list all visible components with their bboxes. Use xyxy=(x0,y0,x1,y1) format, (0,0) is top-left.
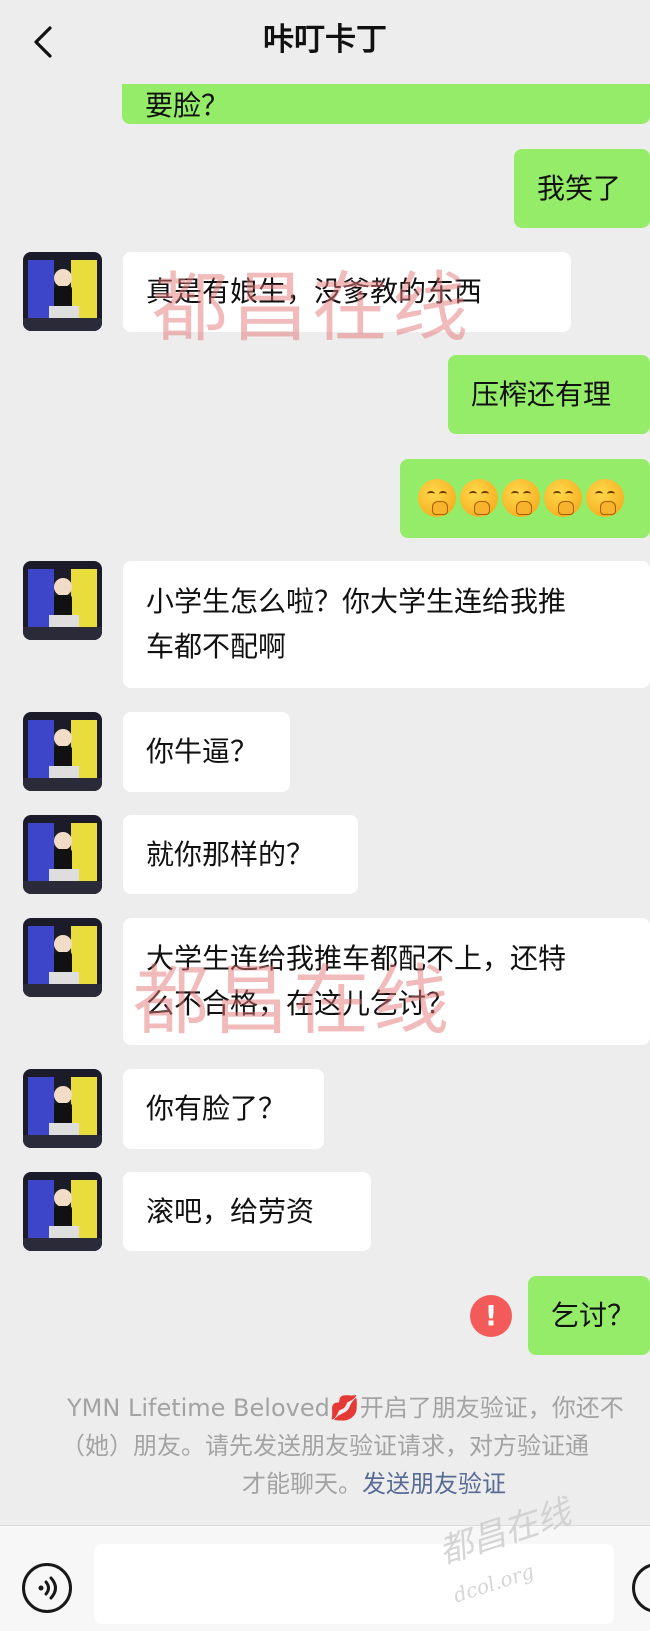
message-text-line: 么不合格，在这儿乞讨？ xyxy=(146,987,455,1020)
avatar[interactable] xyxy=(23,252,102,331)
message-text: 要脸？ xyxy=(145,89,230,122)
avatar[interactable] xyxy=(23,815,102,894)
message-text-line: 小学生怎么啦？你大学生连给我推 xyxy=(146,585,567,618)
message-bubble-sent[interactable]: 压榨还有理 xyxy=(448,355,650,434)
avatar[interactable] xyxy=(23,712,102,791)
message-text: 我笑了 xyxy=(537,172,622,205)
message-bubble-received[interactable]: 你有脸了？ xyxy=(123,1069,324,1149)
system-notice-line: YMN Lifetime Beloved💋开启了朋友验证，你还不 xyxy=(67,1394,624,1422)
voice-icon[interactable] xyxy=(22,1563,72,1613)
message-text: 滚吧，给劳资 xyxy=(146,1195,315,1228)
avatar[interactable] xyxy=(23,1069,102,1148)
smirk-face-icon xyxy=(460,479,498,517)
message-bubble-received[interactable]: 大学生连给我推车都配不上，还特 么不合格，在这儿乞讨？ xyxy=(123,918,650,1045)
message-bubble-received[interactable]: 你牛逼？ xyxy=(123,712,290,792)
system-notice-line-3: 才能聊天。发送朋友验证 xyxy=(242,1466,506,1502)
smirk-face-icon xyxy=(544,479,582,517)
smirk-face-icon xyxy=(586,479,624,517)
system-notice-text: 才能聊天。 xyxy=(242,1470,362,1498)
message-text: 你有脸了？ xyxy=(146,1092,287,1125)
smirk-face-icon xyxy=(418,479,456,517)
avatar[interactable] xyxy=(23,1172,102,1251)
message-text: 你牛逼？ xyxy=(146,735,259,768)
emoji-row xyxy=(418,479,632,517)
message-bubble-received[interactable]: 小学生怎么啦？你大学生连给我推 车都不配啊 xyxy=(123,561,650,688)
message-bubble-received[interactable]: 真是有娘生，没爹教的东西 xyxy=(123,252,571,332)
emoji-icon[interactable] xyxy=(632,1563,650,1613)
message-bubble-sent[interactable] xyxy=(400,459,650,538)
avatar[interactable] xyxy=(23,561,102,640)
chat-title: 咔叮卡丁 xyxy=(263,22,387,58)
message-bubble-sent[interactable]: 乞讨？ xyxy=(528,1276,650,1355)
header-bar: 咔叮卡丁 xyxy=(0,0,650,84)
message-text-line: 车都不配啊 xyxy=(146,630,287,663)
smirk-face-icon xyxy=(502,479,540,517)
message-text: 就你那样的？ xyxy=(146,838,315,871)
message-text: 乞讨？ xyxy=(551,1299,636,1332)
message-bubble-received[interactable]: 滚吧，给劳资 xyxy=(123,1172,371,1251)
message-bubble-received[interactable]: 就你那样的？ xyxy=(123,815,358,894)
message-text-line: 大学生连给我推车都配不上，还特 xyxy=(146,942,567,975)
system-notice-line: （她）朋友。请先发送朋友验证请求，对方验证通 xyxy=(61,1432,589,1460)
message-bubble-sent[interactable]: 我笑了 xyxy=(514,149,650,228)
message-text: 压榨还有理 xyxy=(471,378,612,411)
message-text: 真是有娘生，没爹教的东西 xyxy=(146,275,483,308)
avatar[interactable] xyxy=(23,918,102,997)
exclamation-icon[interactable]: ! xyxy=(470,1295,512,1337)
send-friend-verification-link[interactable]: 发送朋友验证 xyxy=(362,1470,506,1498)
chat-area: 要脸？ 我笑了 真是有娘生，没爹教的东西 压榨还有理 小学生怎么啦？你大学生连给… xyxy=(0,0,650,1525)
